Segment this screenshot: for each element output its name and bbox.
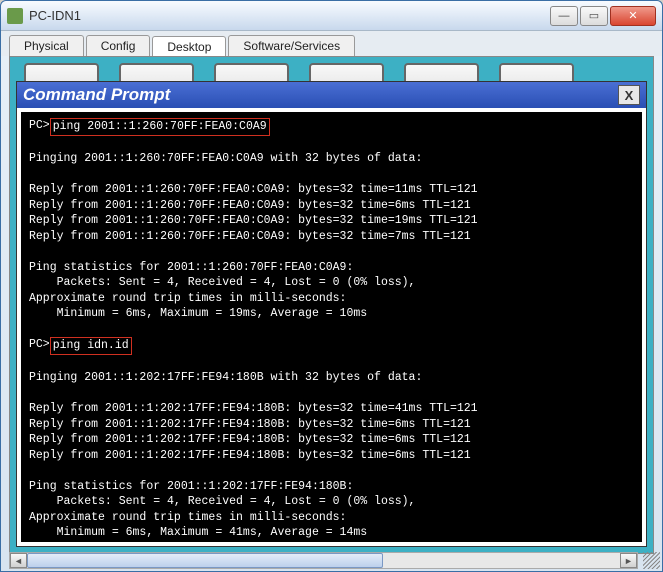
ping-header: Pinging 2001::1:202:17FF:FE94:180B with … xyxy=(29,371,422,384)
desktop-app-icon[interactable] xyxy=(499,63,574,81)
prompt: PC> xyxy=(29,338,50,351)
desktop-app-icon[interactable] xyxy=(214,63,289,81)
desktop-app-icon[interactable] xyxy=(309,63,384,81)
window-title: PC-IDN1 xyxy=(29,8,550,23)
ping-minmax: Minimum = 6ms, Maximum = 19ms, Average =… xyxy=(29,307,367,320)
window-controls: — ▭ ✕ xyxy=(550,6,656,26)
ping-packets: Packets: Sent = 4, Received = 4, Lost = … xyxy=(29,276,415,289)
ping-approx: Approximate round trip times in milli-se… xyxy=(29,292,346,305)
maximize-button[interactable]: ▭ xyxy=(580,6,608,26)
command-prompt-window: Command Prompt X PC>ping 2001::1:260:70F… xyxy=(16,81,647,547)
ping-packets: Packets: Sent = 4, Received = 4, Lost = … xyxy=(29,495,415,508)
ping-reply: Reply from 2001::1:260:70FF:FEA0:C0A9: b… xyxy=(29,199,471,212)
desktop-app-icon[interactable] xyxy=(404,63,479,81)
desktop-app-icon[interactable] xyxy=(24,63,99,81)
ping-header: Pinging 2001::1:260:70FF:FEA0:C0A9 with … xyxy=(29,152,422,165)
ping-reply: Reply from 2001::1:202:17FF:FE94:180B: b… xyxy=(29,418,471,431)
resize-grip-icon[interactable] xyxy=(643,552,660,569)
desktop-icons xyxy=(14,61,649,81)
ping-approx: Approximate round trip times in milli-se… xyxy=(29,511,346,524)
tab-software[interactable]: Software/Services xyxy=(228,35,355,56)
app-window: PC-IDN1 — ▭ ✕ Physical Config Desktop So… xyxy=(0,0,663,572)
ping-stats-header: Ping statistics for 2001::1:202:17FF:FE9… xyxy=(29,480,353,493)
desktop-app-icon[interactable] xyxy=(119,63,194,81)
horizontal-scrollbar[interactable]: ◄ ► xyxy=(9,552,638,569)
scroll-track[interactable] xyxy=(27,553,620,568)
ping-stats-header: Ping statistics for 2001::1:260:70FF:FEA… xyxy=(29,261,353,274)
tab-bar: Physical Config Desktop Software/Service… xyxy=(1,31,662,56)
close-button[interactable]: ✕ xyxy=(610,6,656,26)
titlebar[interactable]: PC-IDN1 — ▭ ✕ xyxy=(1,1,662,31)
terminal-output[interactable]: PC>ping 2001::1:260:70FF:FEA0:C0A9 Pingi… xyxy=(21,112,642,542)
ping-reply: Reply from 2001::1:202:17FF:FE94:180B: b… xyxy=(29,449,471,462)
desktop-panel: Command Prompt X PC>ping 2001::1:260:70F… xyxy=(9,56,654,554)
ping-reply: Reply from 2001::1:202:17FF:FE94:180B: b… xyxy=(29,433,471,446)
ping-reply: Reply from 2001::1:260:70FF:FEA0:C0A9: b… xyxy=(29,183,478,196)
prompt: PC> xyxy=(29,119,50,132)
ping-reply: Reply from 2001::1:260:70FF:FEA0:C0A9: b… xyxy=(29,214,478,227)
minimize-button[interactable]: — xyxy=(550,6,578,26)
scroll-thumb[interactable] xyxy=(27,553,383,568)
app-icon xyxy=(7,8,23,24)
cmd-close-button[interactable]: X xyxy=(618,85,640,105)
ping-minmax: Minimum = 6ms, Maximum = 41ms, Average =… xyxy=(29,526,367,539)
cmd-title: Command Prompt xyxy=(23,85,170,105)
tab-config[interactable]: Config xyxy=(86,35,151,56)
ping-reply: Reply from 2001::1:202:17FF:FE94:180B: b… xyxy=(29,402,478,415)
scroll-left-button[interactable]: ◄ xyxy=(10,553,27,568)
highlighted-command: ping 2001::1:260:70FF:FEA0:C0A9 xyxy=(50,118,270,136)
cmd-titlebar[interactable]: Command Prompt X xyxy=(17,82,646,108)
scroll-right-button[interactable]: ► xyxy=(620,553,637,568)
tab-desktop[interactable]: Desktop xyxy=(152,36,226,57)
tab-physical[interactable]: Physical xyxy=(9,35,84,56)
ping-reply: Reply from 2001::1:260:70FF:FEA0:C0A9: b… xyxy=(29,230,471,243)
highlighted-command: ping idn.id xyxy=(50,337,132,355)
